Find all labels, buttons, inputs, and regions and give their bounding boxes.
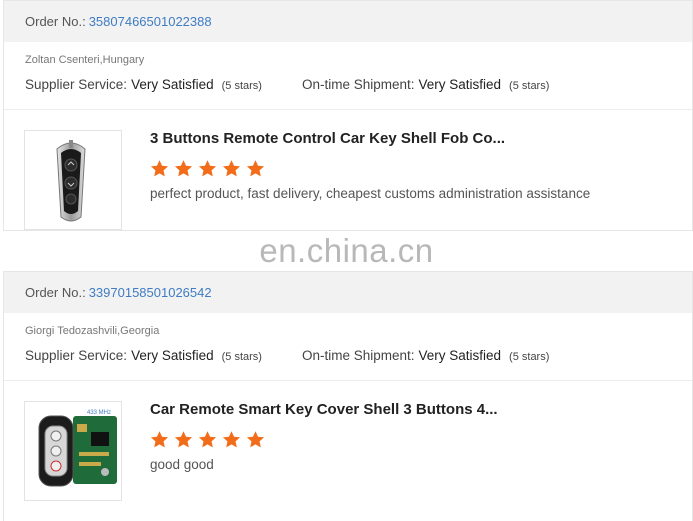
order-bar: Order No.: 33970158501026542	[4, 272, 692, 313]
review-card-2: Order No.: 33970158501026542 Giorgi Tedo…	[3, 271, 693, 521]
shipment-value: Very Satisfied	[418, 348, 502, 363]
product-thumbnail[interactable]	[24, 130, 122, 230]
shipment-stars: (5 stars)	[509, 351, 550, 363]
shipment-rating: On-time Shipment: Very Satisfied (5 star…	[302, 77, 549, 92]
star-icon	[222, 430, 241, 449]
star-icon	[222, 159, 241, 178]
supplier-service-label: Supplier Service:	[25, 77, 128, 92]
star-icon	[198, 430, 217, 449]
star-icon	[150, 430, 169, 449]
shipment-stars: (5 stars)	[509, 80, 550, 92]
supplier-service-rating: Supplier Service: Very Satisfied (5 star…	[25, 348, 262, 363]
order-label: Order No.:	[25, 14, 86, 29]
product-row: 3 Buttons Remote Control Car Key Shell F…	[4, 110, 692, 230]
star-icon	[246, 430, 265, 449]
star-icon	[174, 430, 193, 449]
supplier-service-rating: Supplier Service: Very Satisfied (5 star…	[25, 77, 262, 92]
supplier-service-value: Very Satisfied	[131, 77, 214, 92]
product-info: 3 Buttons Remote Control Car Key Shell F…	[150, 130, 590, 230]
reviewer-name: Zoltan Csenteri,Hungary	[25, 54, 145, 66]
supplier-service-value: Very Satisfied	[131, 348, 214, 363]
product-title-link[interactable]: Car Remote Smart Key Cover Shell 3 Butto…	[150, 401, 498, 418]
product-rating-stars	[150, 159, 590, 178]
car-key-fob-image	[56, 140, 86, 222]
product-rating-stars	[150, 430, 498, 449]
service-ratings: Supplier Service: Very Satisfied (5 star…	[25, 77, 671, 92]
smart-key-image: 433 MHz	[38, 410, 117, 487]
supplier-service-stars: (5 stars)	[221, 80, 262, 92]
review-card-1: Order No.: 35807466501022388 Zoltan Csen…	[3, 0, 693, 231]
order-bar: Order No.: 35807466501022388	[4, 1, 692, 42]
review-comment: good good	[150, 457, 214, 472]
order-number-link[interactable]: 35807466501022388	[89, 14, 212, 29]
supplier-service-label: Supplier Service:	[25, 348, 128, 363]
watermark: en.china.cn	[259, 232, 434, 269]
supplier-service-stars: (5 stars)	[221, 351, 262, 363]
reviewer-name: Giorgi Tedozashvili,Georgia	[25, 325, 160, 337]
star-icon	[198, 159, 217, 178]
review-meta: Zoltan Csenteri,Hungary Supplier Service…	[4, 42, 692, 110]
star-icon	[174, 159, 193, 178]
product-title-link[interactable]: 3 Buttons Remote Control Car Key Shell F…	[150, 130, 590, 147]
product-row: 433 MHz Car Remote Smart Key Cover Shell…	[4, 381, 692, 501]
shipment-label: On-time Shipment:	[301, 77, 415, 92]
review-meta: Giorgi Tedozashvili,Georgia Supplier Ser…	[4, 313, 692, 381]
order-label: Order No.:	[25, 285, 86, 300]
frequency-label: 433 MHz	[87, 410, 111, 416]
star-icon	[246, 159, 265, 178]
shipment-rating: On-time Shipment: Very Satisfied (5 star…	[302, 348, 549, 363]
shipment-label: On-time Shipment:	[301, 348, 415, 363]
review-comment: perfect product, fast delivery, cheapest…	[150, 186, 591, 201]
star-icon	[150, 159, 169, 178]
product-thumbnail[interactable]: 433 MHz	[24, 401, 122, 501]
product-info: Car Remote Smart Key Cover Shell 3 Butto…	[150, 401, 498, 501]
order-number-link[interactable]: 33970158501026542	[89, 285, 212, 300]
shipment-value: Very Satisfied	[418, 77, 502, 92]
service-ratings: Supplier Service: Very Satisfied (5 star…	[25, 348, 671, 363]
